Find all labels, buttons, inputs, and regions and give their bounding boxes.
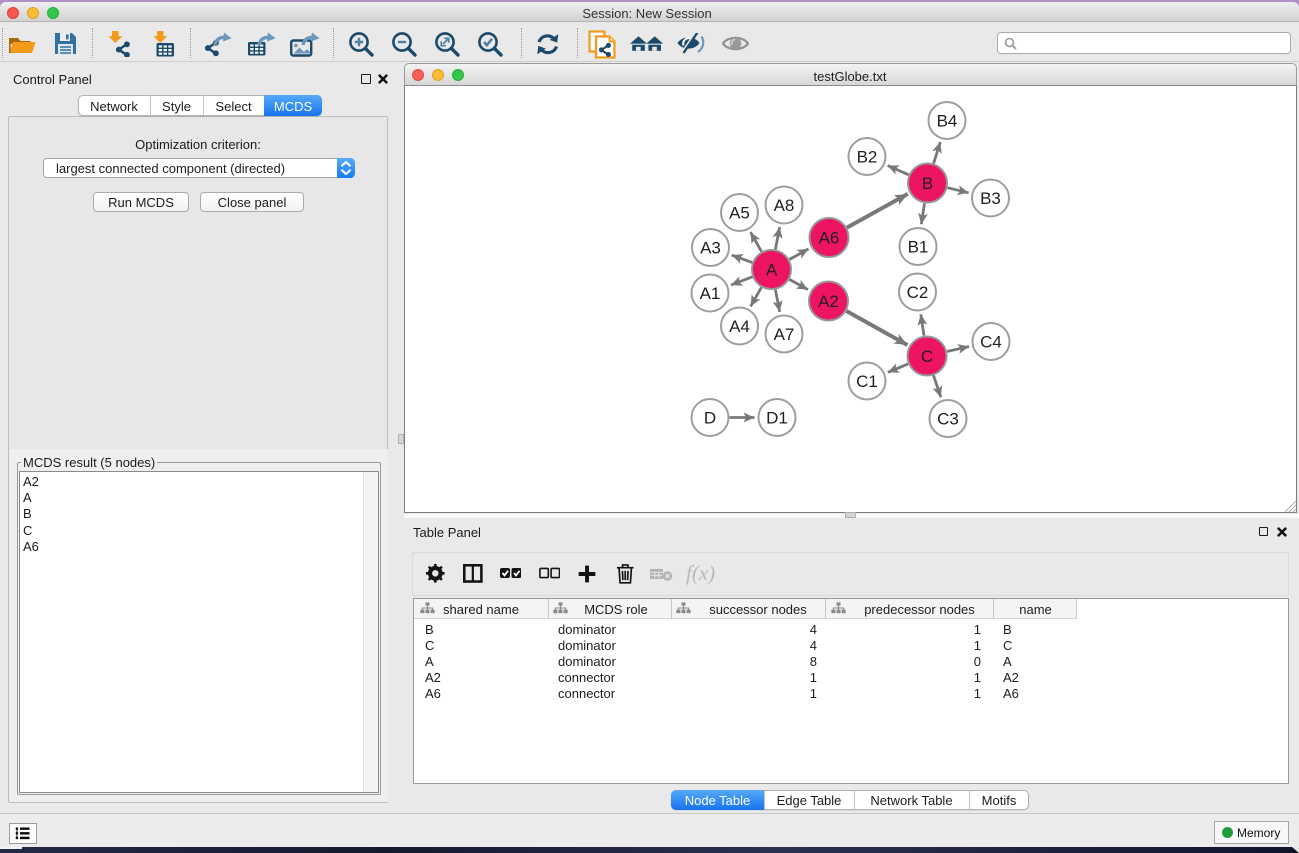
svg-text:B3: B3 bbox=[980, 189, 1001, 208]
svg-text:A2: A2 bbox=[818, 292, 839, 311]
svg-text:A: A bbox=[766, 261, 778, 280]
svg-text:B2: B2 bbox=[857, 148, 878, 167]
svg-text:A8: A8 bbox=[774, 196, 795, 215]
svg-text:A1: A1 bbox=[700, 284, 721, 303]
svg-text:A4: A4 bbox=[729, 317, 750, 336]
svg-text:A3: A3 bbox=[700, 239, 721, 258]
svg-text:D1: D1 bbox=[766, 409, 788, 428]
svg-text:A7: A7 bbox=[774, 325, 795, 344]
svg-text:A5: A5 bbox=[729, 204, 750, 223]
svg-text:B4: B4 bbox=[937, 112, 958, 131]
svg-text:B1: B1 bbox=[908, 238, 929, 257]
svg-text:C3: C3 bbox=[937, 410, 959, 429]
svg-text:B: B bbox=[922, 174, 933, 193]
svg-text:C1: C1 bbox=[856, 372, 878, 391]
svg-text:C2: C2 bbox=[907, 283, 929, 302]
svg-text:C: C bbox=[921, 347, 933, 366]
svg-text:D: D bbox=[704, 409, 716, 428]
svg-text:A6: A6 bbox=[819, 229, 840, 248]
svg-text:C4: C4 bbox=[980, 333, 1002, 352]
